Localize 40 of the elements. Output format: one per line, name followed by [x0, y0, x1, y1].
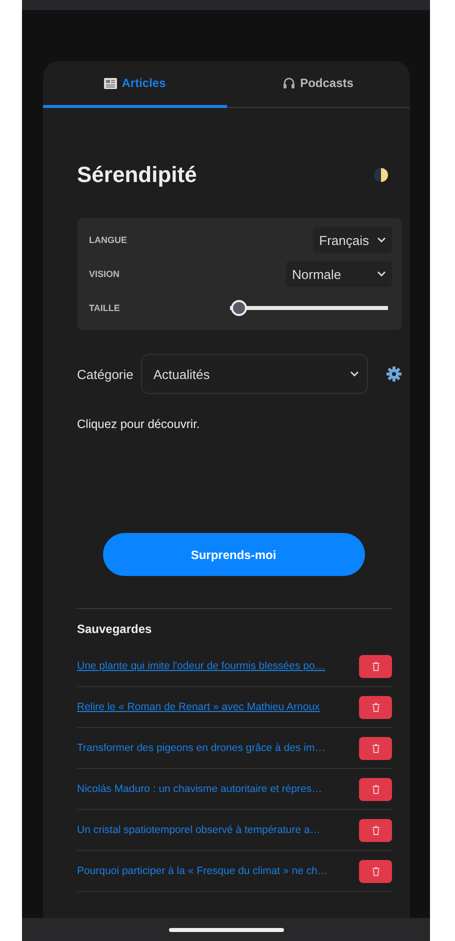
- vision-select[interactable]: Normale: [286, 261, 392, 287]
- article-link[interactable]: Relire le « Roman de Renart » avec Mathieu Arnoux: [77, 701, 320, 713]
- surprise-button[interactable]: Surprends-moi: [102, 533, 364, 576]
- setting-label: VISION: [89, 269, 120, 279]
- contrast-icon[interactable]: [374, 168, 388, 182]
- trash-icon: [372, 826, 380, 834]
- article-link[interactable]: Un cristal spatiotemporel observé à température a…: [77, 824, 320, 836]
- category-label: Catégorie: [77, 366, 134, 382]
- article-link[interactable]: Transformer des pigeons en drones grâce à des im…: [77, 742, 326, 754]
- setting-label: LANGUE: [89, 235, 127, 245]
- chevron-down-icon: [377, 271, 386, 277]
- hint-text: Cliquez pour découvrir.: [77, 417, 201, 431]
- slider-thumb[interactable]: [230, 300, 246, 316]
- delete-button[interactable]: [359, 778, 392, 800]
- home-indicator[interactable]: [168, 928, 284, 932]
- trash-icon: [372, 866, 380, 876]
- headphones-icon: [283, 77, 296, 89]
- trash-icon: [372, 662, 380, 670]
- trash-icon: [372, 702, 380, 712]
- setting-label: TAILLE: [89, 303, 120, 313]
- gear-icon[interactable]: [386, 366, 402, 382]
- chevron-down-icon: [377, 237, 386, 243]
- app-title: Sérendipité: [77, 162, 197, 188]
- delete-button[interactable]: [359, 736, 392, 760]
- delete-button[interactable]: [359, 860, 392, 882]
- newspaper-icon: [104, 78, 117, 88]
- trash-icon: [372, 784, 380, 794]
- tab[interactable]: Articles: [43, 61, 226, 108]
- section-title: Sauvegardes: [77, 622, 153, 636]
- language-select[interactable]: Français: [313, 227, 392, 253]
- article-link[interactable]: Pourquoi participer à la « Fresque du climat » ne ch…: [77, 865, 328, 877]
- article-link[interactable]: Une plante qui imite l'odeur de fourmis blessées po…: [77, 660, 326, 672]
- category-select[interactable]: Actualités: [141, 354, 368, 394]
- delete-button[interactable]: [359, 654, 392, 678]
- trash-icon: [372, 744, 380, 752]
- chevron-down-icon: [350, 371, 359, 377]
- tab[interactable]: Podcasts: [226, 61, 410, 108]
- delete-button[interactable]: [359, 818, 392, 842]
- article-link[interactable]: Nicolás Maduro : un chavisme autoritaire et répres…: [77, 783, 322, 795]
- delete-button[interactable]: [359, 696, 392, 718]
